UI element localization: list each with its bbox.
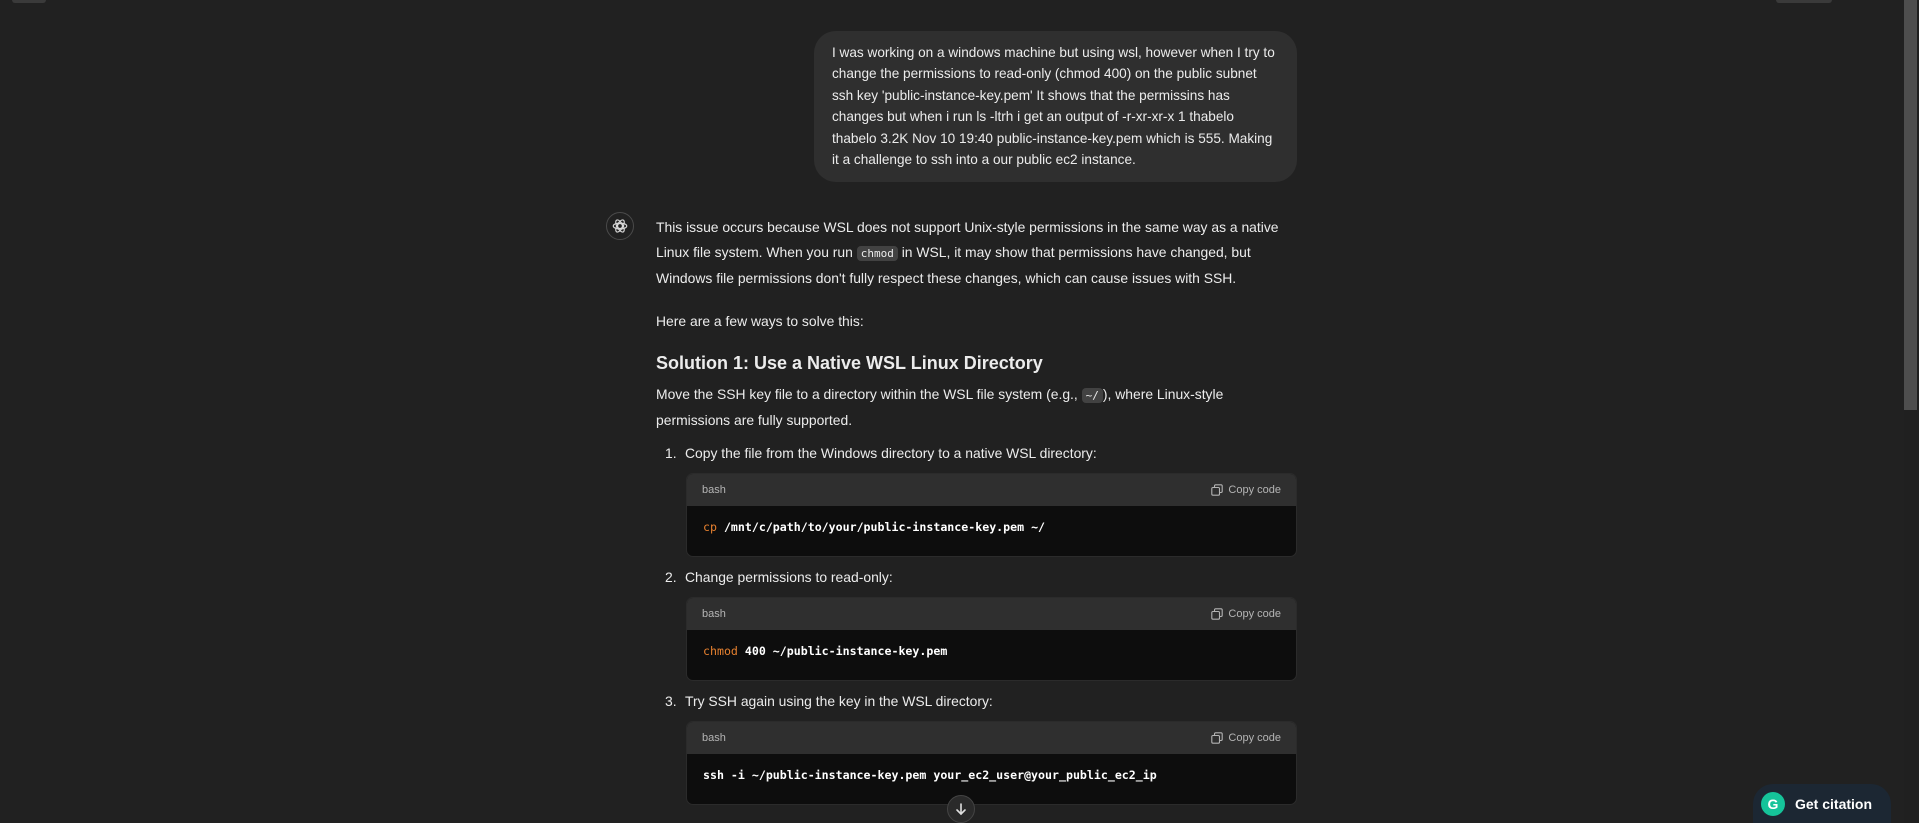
copy-code-button[interactable]: Copy code xyxy=(1211,732,1281,744)
list-item: 3. Try SSH again using the key in the WSL… xyxy=(665,693,993,709)
code-block: bash Copy code cp /mnt/c/path/to/your/pu… xyxy=(686,473,1297,557)
inline-code: chmod xyxy=(856,246,898,261)
intro-paragraph: This issue occurs because WSL does not s… xyxy=(656,219,1279,286)
solution-description: Move the SSH key file to a directory wit… xyxy=(656,386,1224,428)
scrollbar-thumb[interactable] xyxy=(1904,0,1917,410)
get-citation-button[interactable]: G Get citation xyxy=(1753,784,1891,823)
copy-icon xyxy=(1211,608,1224,620)
code-content: cp /mnt/c/path/to/your/public-instance-k… xyxy=(703,520,1046,534)
assistant-message: This issue occurs because WSL does not s… xyxy=(656,215,1297,433)
list-item: 2. Change permissions to read-only: xyxy=(665,569,893,585)
get-citation-label: Get citation xyxy=(1795,795,1873,812)
grammarly-logo-icon: G xyxy=(1761,791,1785,816)
top-right-edge xyxy=(1776,0,1832,3)
list-item: 1. Copy the file from the Windows directo… xyxy=(665,445,1097,461)
inline-code: ~/ xyxy=(1081,388,1103,403)
code-block: bash Copy code ssh -i ~/public-instance-… xyxy=(686,721,1297,805)
code-language-label: bash xyxy=(702,484,726,496)
openai-logo-icon xyxy=(606,212,634,240)
top-left-edge xyxy=(12,0,46,3)
code-content: chmod 400 ~/public-instance-key.pem xyxy=(703,644,948,658)
scroll-to-bottom-button[interactable] xyxy=(947,795,975,823)
code-content: ssh -i ~/public-instance-key.pem your_ec… xyxy=(703,768,1157,782)
code-language-label: bash xyxy=(702,732,726,744)
code-block: bash Copy code chmod 400 ~/public-instan… xyxy=(686,597,1297,681)
user-message-bubble: I was working on a windows machine but u… xyxy=(814,31,1297,183)
arrow-down-icon xyxy=(956,803,966,816)
code-language-label: bash xyxy=(702,608,726,620)
copy-icon xyxy=(1211,484,1224,496)
ways-paragraph: Here are a few ways to solve this: xyxy=(656,313,864,329)
copy-code-button[interactable]: Copy code xyxy=(1211,608,1281,620)
copy-icon xyxy=(1211,732,1224,744)
copy-code-button[interactable]: Copy code xyxy=(1211,484,1281,496)
scrollbar[interactable] xyxy=(1904,0,1919,823)
solution-heading: Solution 1: Use a Native WSL Linux Direc… xyxy=(656,353,1043,373)
